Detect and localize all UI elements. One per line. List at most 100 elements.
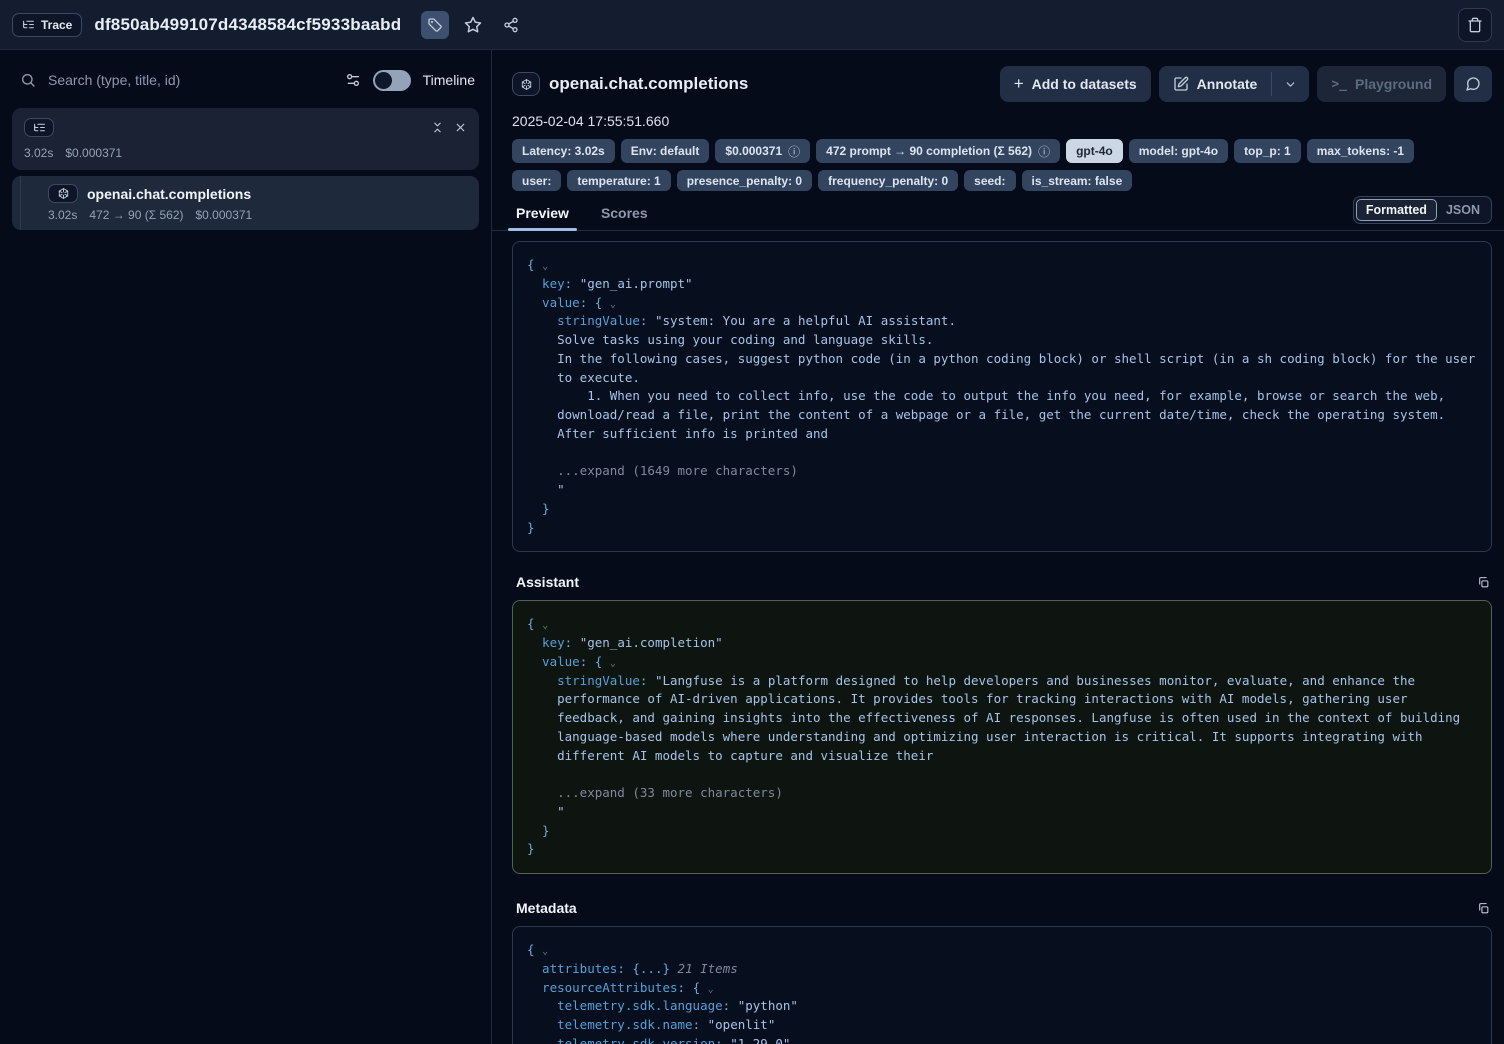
code-line: } <box>527 840 1477 859</box>
tree-guide-line <box>20 176 21 230</box>
code-token: 1. When you need to collect info, use th… <box>557 388 1453 441</box>
tab-preview[interactable]: Preview <box>512 201 573 230</box>
code-line: telemetry.sdk.language: "python" <box>527 997 1477 1016</box>
info-icon[interactable]: ⓘ <box>788 143 800 160</box>
code-token: } <box>527 520 535 535</box>
star-icon <box>464 16 482 34</box>
star-button[interactable] <box>459 11 487 39</box>
code-token: telemetry.sdk.name <box>557 1017 692 1032</box>
code-line: } <box>527 822 1477 841</box>
openai-icon <box>520 78 533 91</box>
search-input[interactable] <box>48 72 333 88</box>
openai-icon <box>57 187 70 200</box>
trace-tree-sidebar: Timeline 3.02s <box>0 50 492 1044</box>
code-line: value: { ⌄ <box>527 294 1477 313</box>
expand-link[interactable]: ...expand (1649 more characters) <box>557 463 798 478</box>
annotate-button-group: Annotate <box>1159 66 1310 102</box>
comment-bubble-icon <box>1465 76 1481 92</box>
code-line: { ⌄ <box>527 256 1477 275</box>
delete-trace-button[interactable] <box>1458 8 1492 42</box>
expand-link[interactable]: ...expand (33 more characters) <box>557 785 783 800</box>
annotate-button[interactable]: Annotate <box>1159 66 1272 102</box>
code-line: resourceAttributes: { ⌄ <box>527 979 1477 998</box>
code-line: In the following cases, suggest python c… <box>527 350 1477 388</box>
badge-label: gpt-4o <box>1076 144 1113 158</box>
info-icon[interactable]: ⓘ <box>1038 143 1050 160</box>
badge-presence-penalty-0: presence_penalty: 0 <box>677 170 812 191</box>
badge-frequency-penalty-0: frequency_penalty: 0 <box>818 170 958 191</box>
tab-scores[interactable]: Scores <box>597 201 652 230</box>
code-token: "gen_ai.prompt" <box>580 276 693 291</box>
search-icon <box>20 72 36 88</box>
code-token: } <box>542 823 550 838</box>
observation-name: openai.chat.completions <box>87 186 251 202</box>
code-line: attributes: {...} 21 Items <box>527 960 1477 979</box>
code-token: 21 Items <box>670 961 738 976</box>
code-token: stringValue <box>557 673 640 688</box>
add-to-datasets-button[interactable]: + Add to datasets <box>1000 66 1151 102</box>
copy-assistant-button[interactable] <box>1477 576 1490 589</box>
search-row: Timeline <box>12 60 479 100</box>
view-json[interactable]: JSON <box>1437 200 1489 220</box>
terminal-icon: >_ <box>1331 77 1347 92</box>
code-line: ...expand (1649 more characters) <box>527 462 1477 481</box>
badge-label: Latency: 3.02s <box>522 144 605 158</box>
plus-icon: + <box>1014 75 1024 92</box>
code-token: } <box>527 841 535 856</box>
code-token: : <box>640 673 655 688</box>
code-line: } <box>527 500 1477 519</box>
trace-root-item[interactable]: 3.02s $0.000371 <box>12 108 479 170</box>
code-token: " <box>557 804 565 819</box>
annotate-label: Annotate <box>1197 76 1258 92</box>
code-token: : <box>723 998 738 1013</box>
observation-item-selected[interactable]: openai.chat.completions 3.02s 472 → 90 (… <box>12 176 479 230</box>
code-token: { <box>595 295 610 310</box>
code-token: key <box>542 635 565 650</box>
code-line: stringValue: "Langfuse is a platform des… <box>527 672 1477 766</box>
playground-button[interactable]: >_ Playground <box>1317 66 1446 102</box>
badge-top-p-1: top_p: 1 <box>1234 139 1301 163</box>
timeline-toggle[interactable] <box>373 70 411 91</box>
code-token: "python" <box>738 998 798 1013</box>
code-token: value <box>542 295 580 310</box>
code-line <box>527 765 1477 784</box>
code-line: { ⌄ <box>527 941 1477 960</box>
code-token: telemetry.sdk.language <box>557 998 723 1013</box>
code-line: key: "gen_ai.completion" <box>527 634 1477 653</box>
code-line: telemetry.sdk.name: "openlit" <box>527 1016 1477 1035</box>
code-token: resourceAttributes <box>542 980 677 995</box>
code-token: { <box>527 942 542 957</box>
expand-all-icon[interactable] <box>431 121 444 134</box>
code-token: telemetry.sdk.version <box>557 1036 715 1044</box>
tag-button[interactable] <box>421 11 449 39</box>
trace-latency: 3.02s <box>24 146 53 160</box>
badge-seed: seed: <box>964 170 1015 191</box>
prompt-code-block: { ⌄key: "gen_ai.prompt"value: { ⌄stringV… <box>512 241 1492 552</box>
annotate-dropdown-button[interactable] <box>1272 66 1309 102</box>
code-token: : <box>678 980 693 995</box>
badge-label: user: <box>522 174 551 188</box>
badge-max-tokens-1: max_tokens: -1 <box>1307 139 1414 163</box>
top-bar: Trace df850ab499107d4348584cf5933baabd <box>0 0 1504 50</box>
code-token: "Langfuse is a platform designed to help… <box>557 673 1468 763</box>
code-token: } <box>542 501 550 516</box>
copy-metadata-button[interactable] <box>1477 902 1490 915</box>
code-line: ...expand (33 more characters) <box>527 784 1477 803</box>
code-token: "gen_ai.completion" <box>580 635 723 650</box>
view-formatted[interactable]: Formatted <box>1356 199 1437 221</box>
observation-detail-panel: openai.chat.completions + Add to dataset… <box>492 50 1504 1044</box>
trace-node-badge <box>24 118 54 137</box>
code-line: " <box>527 803 1477 822</box>
code-token: ⌄ <box>542 261 548 272</box>
badge-label: 472 prompt → 90 completion (Σ 562) <box>826 144 1032 158</box>
filter-sliders-icon[interactable] <box>345 72 361 88</box>
trace-id: df850ab499107d4348584cf5933baabd <box>94 15 401 35</box>
code-token: { <box>527 616 542 631</box>
share-button[interactable] <box>497 11 525 39</box>
code-line: { ⌄ <box>527 615 1477 634</box>
comments-button[interactable] <box>1454 66 1492 102</box>
generation-node-badge <box>48 184 78 203</box>
tabs-row: Preview Scores Formatted JSON <box>492 201 1504 231</box>
playground-label: Playground <box>1355 76 1432 92</box>
collapse-all-icon[interactable] <box>454 121 467 134</box>
